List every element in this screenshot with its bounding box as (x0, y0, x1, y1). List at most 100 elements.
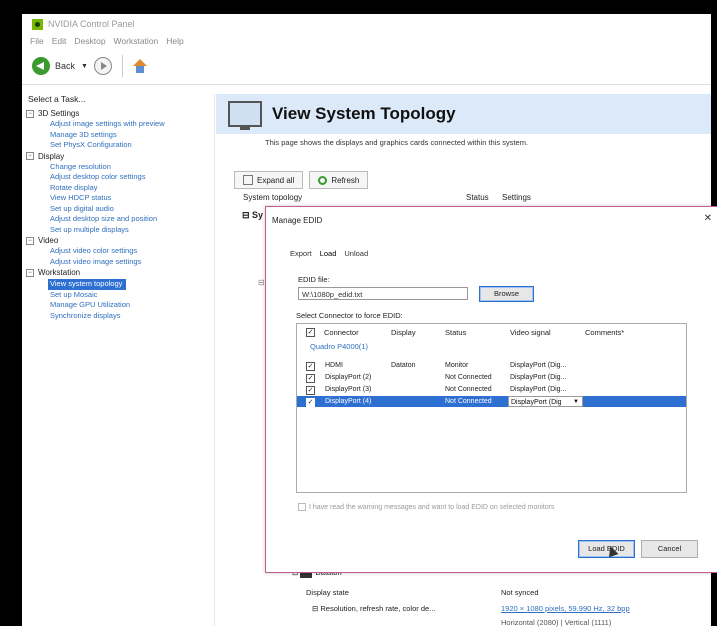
back-button-label[interactable]: Back (55, 61, 75, 71)
window-title: NVIDIA Control Panel (48, 19, 135, 29)
warning-row[interactable]: I have read the warning messages and wan… (298, 503, 555, 511)
task-link[interactable]: Adjust video color settings (26, 246, 216, 257)
window-titlebar: NVIDIA Control Panel (22, 14, 711, 34)
browse-button[interactable]: Browse (479, 286, 534, 302)
col-comments: Comments* (585, 328, 625, 337)
monitor-icon (228, 101, 262, 130)
col-settings: Settings (502, 193, 531, 202)
cell-status: Not Connected (445, 398, 492, 405)
grid-header: ✓ Connector Display Status Video signal … (297, 324, 686, 340)
tree-category-video[interactable]: − Video (26, 235, 216, 246)
task-link[interactable]: Rotate display (26, 183, 216, 194)
warning-checkbox[interactable] (298, 503, 306, 511)
task-link[interactable]: Set PhysX Configuration (26, 140, 216, 151)
letterbox-top (0, 0, 717, 14)
select-connector-label: Select Connector to force EDID: (296, 311, 403, 320)
topology-root-row[interactable]: ⊟ Sy (242, 210, 263, 221)
task-link[interactable]: Change resolution (26, 162, 216, 173)
collapse-icon[interactable]: − (26, 236, 34, 245)
video-signal-dropdown[interactable]: DisplayPort (Dig ▼ (508, 396, 583, 407)
expand-all-button[interactable]: Expand all (234, 171, 304, 189)
dropdown-value: DisplayPort (Dig (511, 399, 562, 406)
table-row-selected[interactable]: ✓ DisplayPort (4) Not Connected DisplayP… (297, 396, 686, 407)
cell-connector: HDMI (325, 362, 343, 369)
expand-icon (243, 175, 253, 185)
back-arrow-icon[interactable] (32, 57, 50, 75)
menu-bar: File Edit Desktop Workstation Help (22, 34, 711, 48)
tab-unload[interactable]: Unload (344, 249, 368, 258)
task-link[interactable]: Manage 3D settings (26, 130, 216, 141)
display-state-value: Not synced (501, 588, 539, 597)
task-link[interactable]: Set up digital audio (26, 204, 216, 215)
expand-all-label: Expand all (257, 175, 295, 185)
task-tree: −3D Settings Adjust image settings with … (26, 108, 216, 321)
task-link[interactable]: Set up Mosaic (26, 290, 216, 301)
tree-category-label: 3D Settings (38, 109, 80, 118)
row-checkbox[interactable]: ✓ (306, 398, 315, 407)
page-title: View System Topology (272, 104, 456, 123)
back-dropdown-icon[interactable]: ▼ (81, 63, 88, 70)
menu-file[interactable]: File (30, 36, 44, 46)
table-row[interactable]: ✓ HDMI Dataton Monitor DisplayPort (Dig.… (297, 360, 686, 371)
col-system-topology: System topology (243, 193, 303, 202)
edid-file-label: EDID file: (298, 275, 330, 284)
menu-help[interactable]: Help (166, 36, 183, 46)
topology-header: System topology Status Settings (240, 193, 710, 207)
select-all-checkbox[interactable]: ✓ (306, 328, 315, 337)
task-link[interactable]: Manage GPU Utilization (26, 300, 216, 311)
row-checkbox[interactable]: ✓ (306, 374, 315, 383)
collapse-icon[interactable]: − (26, 268, 34, 277)
cell-connector: DisplayPort (4) (325, 398, 372, 405)
menu-edit[interactable]: Edit (52, 36, 67, 46)
home-icon[interactable] (132, 59, 147, 73)
dialog-title: Manage EDID (272, 216, 323, 225)
forward-arrow-icon[interactable] (93, 57, 112, 75)
pane-divider[interactable] (214, 94, 215, 626)
row-checkbox[interactable]: ✓ (306, 362, 315, 371)
task-link[interactable]: Adjust video image settings (26, 257, 216, 268)
cell-video-signal: DisplayPort (Dig... (510, 374, 567, 381)
tree-category-display[interactable]: − Display (26, 151, 216, 162)
tree-category-workstation[interactable]: − Workstation (26, 267, 216, 278)
col-status: Status (445, 328, 467, 337)
tab-export[interactable]: Export (290, 249, 312, 258)
task-link[interactable]: Set up multiple displays (26, 225, 216, 236)
task-pane-header: Select a Task... (28, 94, 86, 104)
collapse-icon[interactable]: ⊟ (258, 278, 265, 287)
tree-category-label: Workstation (38, 268, 81, 277)
manage-edid-dialog: Manage EDID ✕ Export Load Unload EDID fi… (265, 206, 717, 573)
toolbar: Back ▼ (22, 48, 711, 85)
col-display: Display (391, 328, 416, 337)
cell-status: Not Connected (445, 374, 492, 381)
table-row[interactable]: ✓ DisplayPort (3) Not Connected DisplayP… (297, 384, 686, 395)
task-link[interactable]: View HDCP status (26, 193, 216, 204)
task-link[interactable]: Synchronize displays (26, 311, 216, 322)
task-link[interactable]: Adjust desktop color settings (26, 172, 216, 183)
topology-toolbar: Expand all Refresh (234, 170, 711, 190)
tab-load[interactable]: Load (320, 249, 337, 258)
page-banner: View System Topology (216, 94, 711, 134)
letterbox-left (0, 0, 22, 626)
close-icon[interactable]: ✕ (704, 213, 712, 224)
connector-grid: ✓ Connector Display Status Video signal … (296, 323, 687, 493)
cell-display: Dataton (391, 362, 416, 369)
edid-file-input[interactable]: W:\1080p_edid.txt (298, 287, 468, 300)
cell-video-signal: DisplayPort (Dig... (510, 386, 567, 393)
resolution-row[interactable]: ⊟ Resolution, refresh rate, color de... (312, 604, 435, 613)
cancel-button[interactable]: Cancel (641, 540, 698, 558)
menu-workstation[interactable]: Workstation (114, 36, 159, 46)
collapse-icon[interactable]: − (26, 109, 34, 118)
resolution-link[interactable]: 1920 × 1080 pixels, 59.990 Hz, 32 bpp (501, 604, 630, 613)
tree-category-3d-settings[interactable]: −3D Settings (26, 108, 216, 119)
table-row[interactable]: ✓ DisplayPort (2) Not Connected DisplayP… (297, 372, 686, 383)
tree-category-label: Video (38, 236, 59, 245)
cell-connector: DisplayPort (3) (325, 386, 372, 393)
task-link-selected[interactable]: View system topology (48, 279, 127, 290)
menu-desktop[interactable]: Desktop (74, 36, 105, 46)
task-link[interactable]: Adjust image settings with preview (26, 119, 216, 130)
row-checkbox[interactable]: ✓ (306, 386, 315, 395)
col-video-signal: Video signal (510, 328, 551, 337)
task-link[interactable]: Adjust desktop size and position (26, 214, 216, 225)
refresh-button[interactable]: Refresh (309, 171, 369, 189)
collapse-icon[interactable]: − (26, 152, 34, 160)
